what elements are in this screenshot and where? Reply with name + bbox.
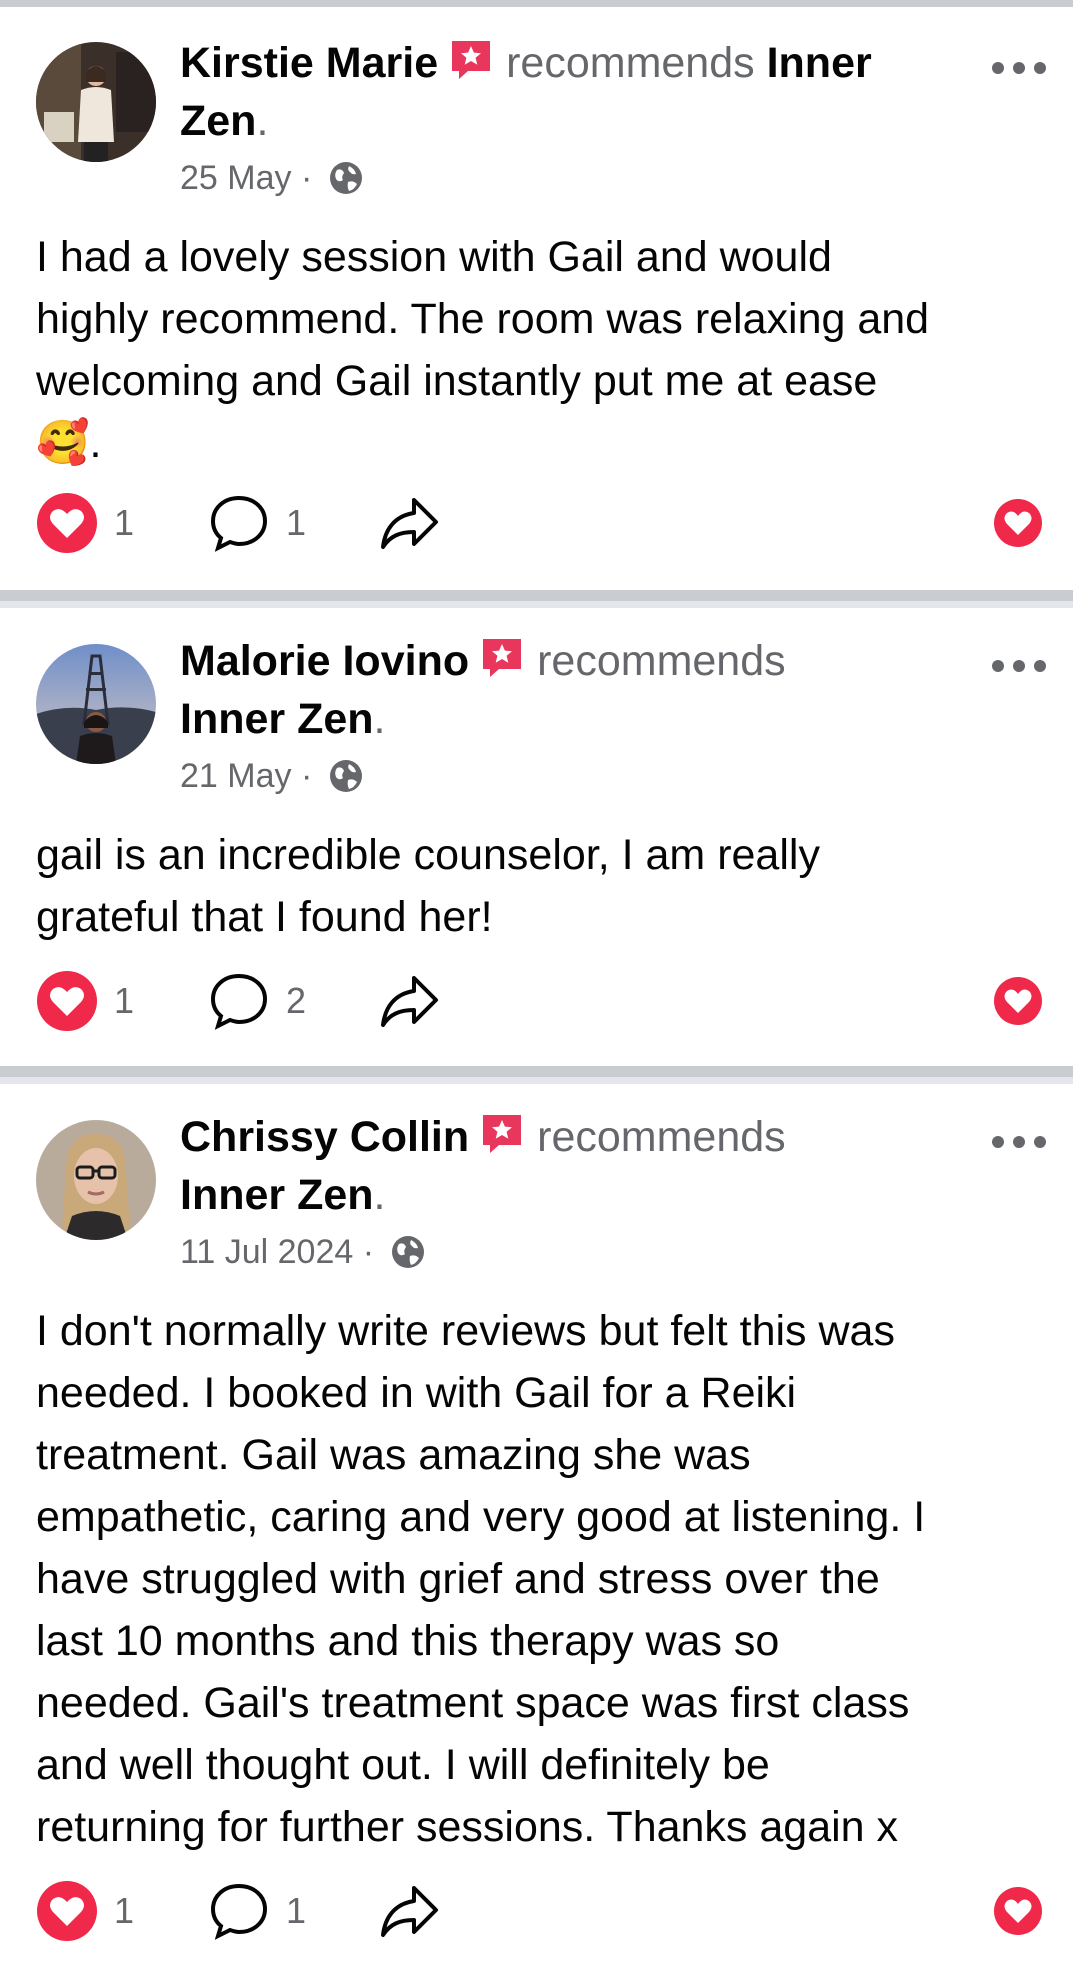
comment-button[interactable]: 2 [208, 970, 306, 1032]
review-line: grateful that I found her! [36, 893, 493, 941]
share-icon [381, 976, 438, 1027]
share-icon [381, 498, 438, 549]
post-header: Malorie Iovino recommends [180, 632, 960, 690]
separator: · [300, 757, 313, 795]
post-date[interactable]: 21 May [180, 757, 292, 795]
post-header: Chrissy Collin recommends [180, 1108, 960, 1166]
reaction-summary[interactable]: 1 [36, 1880, 134, 1942]
globe-public-icon [329, 760, 362, 792]
review-line: have struggled with grief and stress ove… [36, 1555, 880, 1603]
page-link[interactable]: Inner [767, 39, 872, 87]
author-name[interactable]: Chrissy Collin [180, 1113, 469, 1161]
react-heart-icon[interactable] [993, 498, 1043, 548]
review-line: welcoming and Gail instantly put me at e… [36, 357, 878, 405]
avatar[interactable] [36, 644, 156, 764]
comment-icon [210, 495, 268, 552]
page-link-continued[interactable]: Zen [180, 97, 256, 145]
globe-public-icon [329, 162, 362, 194]
post-kirstie-marie: Kirstie Marie recommends Inner Zen. 25 M… [0, 0, 1073, 595]
heart-reaction-icon [37, 493, 97, 553]
share-button[interactable] [378, 492, 440, 554]
comment-count: 1 [286, 1890, 307, 1931]
avatar[interactable] [36, 1120, 156, 1240]
reaction-count: 1 [114, 502, 135, 543]
heart-reaction-icon [37, 1881, 97, 1941]
separator: · [362, 1233, 375, 1271]
review-line: gail is an incredible counselor, I am re… [36, 831, 820, 879]
post-header: Kirstie Marie recommends Inner [180, 34, 960, 92]
avatar-photo-image [36, 1120, 156, 1240]
post-malorie-iovino: Malorie Iovino recommends Inner Zen. 21 … [0, 608, 1073, 1068]
comment-count: 2 [286, 980, 307, 1021]
reaction-summary[interactable]: 1 [36, 970, 134, 1032]
post-header-line-2: Inner Zen. [180, 695, 386, 743]
recommends-label: recommends [537, 637, 786, 685]
review-line: empathetic, caring and very good at list… [36, 1493, 926, 1541]
post-header-line-2: Inner Zen. [180, 1171, 386, 1219]
reaction-count: 1 [114, 980, 135, 1021]
post-date[interactable]: 25 May [180, 159, 292, 197]
react-heart-icon[interactable] [993, 1886, 1043, 1936]
more-options-icon[interactable] [990, 656, 1048, 676]
review-line: and well thought out. I will definitely … [36, 1741, 770, 1789]
share-button[interactable] [378, 1880, 440, 1942]
recommendation-badge-icon [483, 1115, 522, 1153]
comment-icon [210, 973, 268, 1030]
post-date[interactable]: 11 Jul 2024 [180, 1233, 353, 1271]
reaction-count: 1 [114, 1890, 135, 1931]
more-options-icon[interactable] [990, 58, 1048, 78]
review-line: I had a lovely session with Gail and wou… [36, 233, 832, 281]
recommendation-badge-icon [483, 639, 522, 677]
page-link[interactable]: Inner Zen [180, 695, 374, 743]
author-name[interactable]: Kirstie Marie [180, 39, 438, 87]
review-line: last 10 months and this therapy was so [36, 1617, 780, 1665]
post-divider [0, 1066, 1073, 1084]
post-meta: 11 Jul 2024 · [180, 1232, 426, 1272]
share-icon [381, 1886, 438, 1937]
review-line: I don't normally write reviews but felt … [36, 1307, 895, 1355]
comment-icon [210, 1883, 268, 1940]
comment-button[interactable]: 1 [208, 1880, 306, 1942]
recommendation-badge-icon [452, 41, 491, 79]
avatar[interactable] [36, 42, 156, 162]
heart-reaction-icon [37, 971, 97, 1031]
review-text: I don't normally write reviews but felt … [36, 1300, 1046, 1852]
share-button[interactable] [378, 970, 440, 1032]
post-meta: 25 May · [180, 158, 364, 198]
avatar-photo-image [36, 644, 156, 764]
recommends-label: recommends [537, 1113, 786, 1161]
avatar-photo-image [36, 42, 156, 162]
review-line: needed. I booked in with Gail for a Reik… [36, 1369, 797, 1417]
review-text: I had a lovely session with Gail and wou… [36, 226, 1046, 474]
recommendations-feed: Kirstie Marie recommends Inner Zen. 25 M… [0, 0, 1073, 1973]
review-line: highly recommend. The room was relaxing … [36, 295, 930, 343]
post-header-line-2: Zen. [180, 97, 269, 145]
more-options-icon[interactable] [990, 1132, 1048, 1152]
review-line: 🥰. [36, 419, 102, 467]
post-meta: 21 May · [180, 756, 364, 796]
comment-count: 1 [286, 502, 307, 543]
reaction-summary[interactable]: 1 [36, 492, 134, 554]
review-line: needed. Gail's treatment space was first… [36, 1679, 910, 1727]
review-line: returning for further sessions. Thanks a… [36, 1803, 899, 1851]
review-text: gail is an incredible counselor, I am re… [36, 824, 1046, 942]
recommends-label: recommends [506, 39, 755, 87]
review-line: treatment. Gail was amazing she was [36, 1431, 751, 1479]
comment-button[interactable]: 1 [208, 492, 306, 554]
post-divider [0, 590, 1073, 608]
globe-public-icon [391, 1236, 424, 1268]
page-link[interactable]: Inner Zen [180, 1171, 374, 1219]
author-name[interactable]: Malorie Iovino [180, 637, 469, 685]
react-heart-icon[interactable] [993, 976, 1043, 1026]
post-chrissy-collin: Chrissy Collin recommends Inner Zen. 11 … [0, 1084, 1073, 1973]
separator: · [300, 159, 313, 197]
